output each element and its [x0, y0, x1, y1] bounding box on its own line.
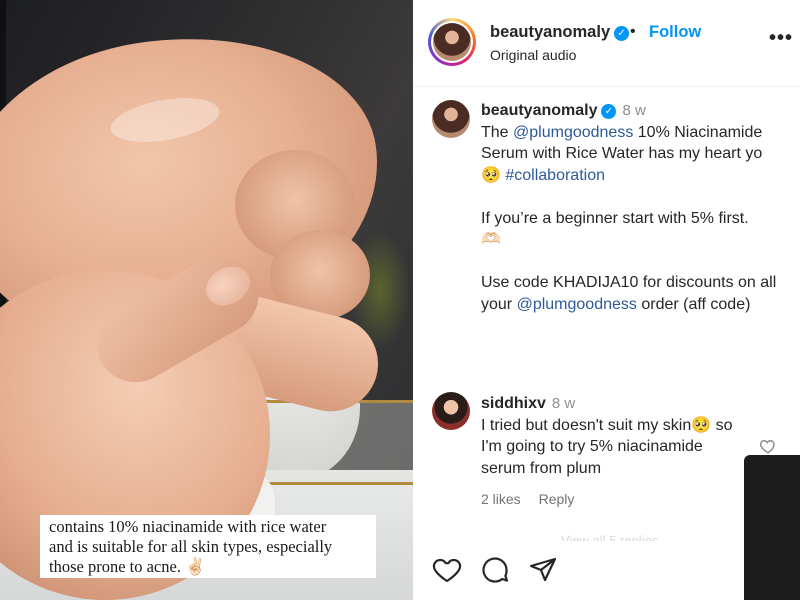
- story-avatar[interactable]: [428, 18, 476, 66]
- pleading-emoji: 🥺: [481, 166, 501, 184]
- caption-avatar[interactable]: [432, 100, 470, 138]
- comment-likes[interactable]: 2 likes: [481, 491, 521, 507]
- caption-line: those prone to acne. ✌🏻: [49, 557, 206, 576]
- comment-avatar[interactable]: [432, 392, 470, 430]
- hashtag-link[interactable]: #collaboration: [505, 167, 605, 184]
- mention-link[interactable]: @plumgoodness: [517, 296, 637, 313]
- mention-link[interactable]: @plumgoodness: [513, 124, 633, 141]
- panel-bottom: [413, 590, 800, 600]
- view-replies-button[interactable]: View all 5 replies: [525, 533, 658, 541]
- verified-badge-icon: ✓: [614, 26, 630, 41]
- action-bar: [431, 554, 571, 586]
- separator-dot: •: [630, 23, 636, 40]
- comment-text: I tried but doesn't suit my skin🥺 so I'm…: [481, 416, 733, 477]
- comment-meta: 2 likes Reply: [481, 491, 588, 507]
- post-header: beautyanomaly ✓ • Follow Original audio •…: [413, 0, 800, 87]
- comment-username[interactable]: siddhixv: [481, 395, 546, 412]
- post-panel: beautyanomaly ✓ • Follow Original audio •…: [413, 0, 800, 600]
- caption-line: contains 10% niacinamide with rice water: [49, 517, 327, 536]
- original-audio-link[interactable]: Original audio: [490, 47, 576, 63]
- reel-video[interactable]: contains 10% niacinamide with rice water…: [0, 0, 413, 600]
- heart-hands-emoji: 🫶🏻: [481, 231, 501, 248]
- username-text[interactable]: beautyanomaly: [490, 23, 610, 41]
- reply-button[interactable]: Reply: [539, 491, 575, 507]
- video-caption: contains 10% niacinamide with rice water…: [40, 515, 376, 578]
- avatar: [433, 23, 471, 61]
- caption-line: and is suitable for all skin types, espe…: [49, 537, 333, 556]
- verified-badge-icon: ✓: [601, 104, 617, 119]
- pleading-emoji: 🥺: [691, 416, 712, 434]
- caption-username[interactable]: beautyanomaly: [481, 102, 597, 119]
- comment-like-heart-icon[interactable]: [759, 437, 777, 455]
- caption-paragraph: If you’re a beginner start with 5% first…: [481, 208, 786, 251]
- share-icon[interactable]: [527, 554, 559, 586]
- comment-icon[interactable]: [479, 554, 511, 586]
- heart-icon[interactable]: [431, 554, 463, 586]
- follow-button[interactable]: Follow: [649, 23, 701, 42]
- overlay-panel: [744, 455, 800, 600]
- comment-time: 8 w: [551, 395, 576, 412]
- caption-text: The @plumgoodness 10% Niacinamide Serum …: [481, 122, 786, 187]
- comment: siddhixv 8 w I tried but doesn't suit my …: [481, 393, 751, 479]
- header-username[interactable]: beautyanomaly ✓: [490, 23, 630, 42]
- caption-paragraph: Use code KHADIJA10 for discounts on all …: [481, 274, 777, 313]
- post-caption: beautyanomaly ✓ 8 w The @plumgoodness 10% …: [481, 100, 786, 315]
- more-options-icon[interactable]: •••: [769, 27, 793, 50]
- caption-time: 8 w: [622, 102, 646, 119]
